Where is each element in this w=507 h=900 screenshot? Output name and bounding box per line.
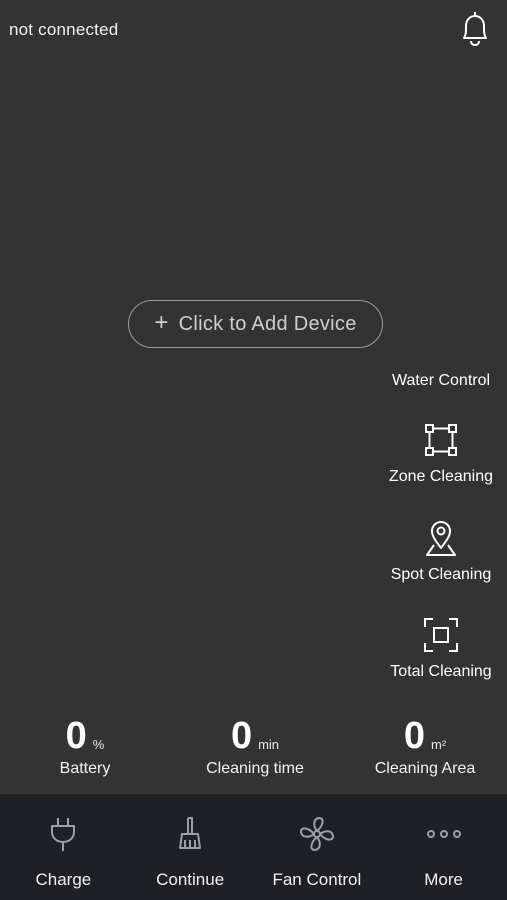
nav-label: Continue [156,870,225,889]
cleaning-time-label: Cleaning time [206,760,304,777]
battery-label: Battery [59,760,111,777]
nav-continue[interactable]: Continue [127,794,254,900]
mode-total-cleaning[interactable]: Total Cleaning [380,615,502,681]
bell-icon[interactable] [458,10,492,48]
stat-battery: 0 % Battery [0,712,170,778]
add-device-button[interactable]: + Click to Add Device [128,300,383,348]
add-device-label: Click to Add Device [178,312,357,335]
mode-label: Total Cleaning [390,663,492,680]
mode-label: Spot Cleaning [390,566,492,583]
nav-charge[interactable]: Charge [0,794,127,900]
location-pin-icon [426,521,456,556]
bottom-nav: Charge Continue Fan Control More [0,794,507,900]
stat-cleaning-area: 0 m² Cleaning Area [340,712,507,778]
nav-more[interactable]: More [380,794,507,900]
app-screen: not connected + Click to Add Device Wate… [0,0,507,900]
broom-icon [179,817,202,849]
mode-spot-cleaning[interactable]: Spot Cleaning [380,518,502,584]
cleaning-area-unit: m² [430,737,447,752]
total-frame-icon [424,618,458,652]
mode-label: Water Control [391,372,491,389]
connection-status: not connected [9,20,119,39]
mode-zone-cleaning[interactable]: Zone Cleaning [380,420,502,486]
battery-unit: % [92,737,105,752]
cleaning-area-value: 0 [403,715,425,757]
mode-label: Zone Cleaning [388,468,494,485]
cleaning-area-label: Cleaning Area [374,760,476,777]
plus-icon: + [154,309,169,336]
nav-label: Fan Control [272,870,362,889]
nav-label: More [424,870,463,889]
plug-icon [51,818,76,851]
stat-cleaning-time: 0 min Cleaning time [170,712,340,778]
more-dots-icon [426,830,461,838]
battery-value: 0 [65,715,87,757]
zone-icon [425,424,457,456]
cleaning-time-value: 0 [230,715,253,757]
nav-fan-control[interactable]: Fan Control [254,794,381,900]
cleaning-time-unit: min [258,737,280,752]
nav-label: Charge [35,870,92,889]
fan-icon [299,817,334,851]
mode-water-control[interactable]: Water Control [380,372,502,390]
